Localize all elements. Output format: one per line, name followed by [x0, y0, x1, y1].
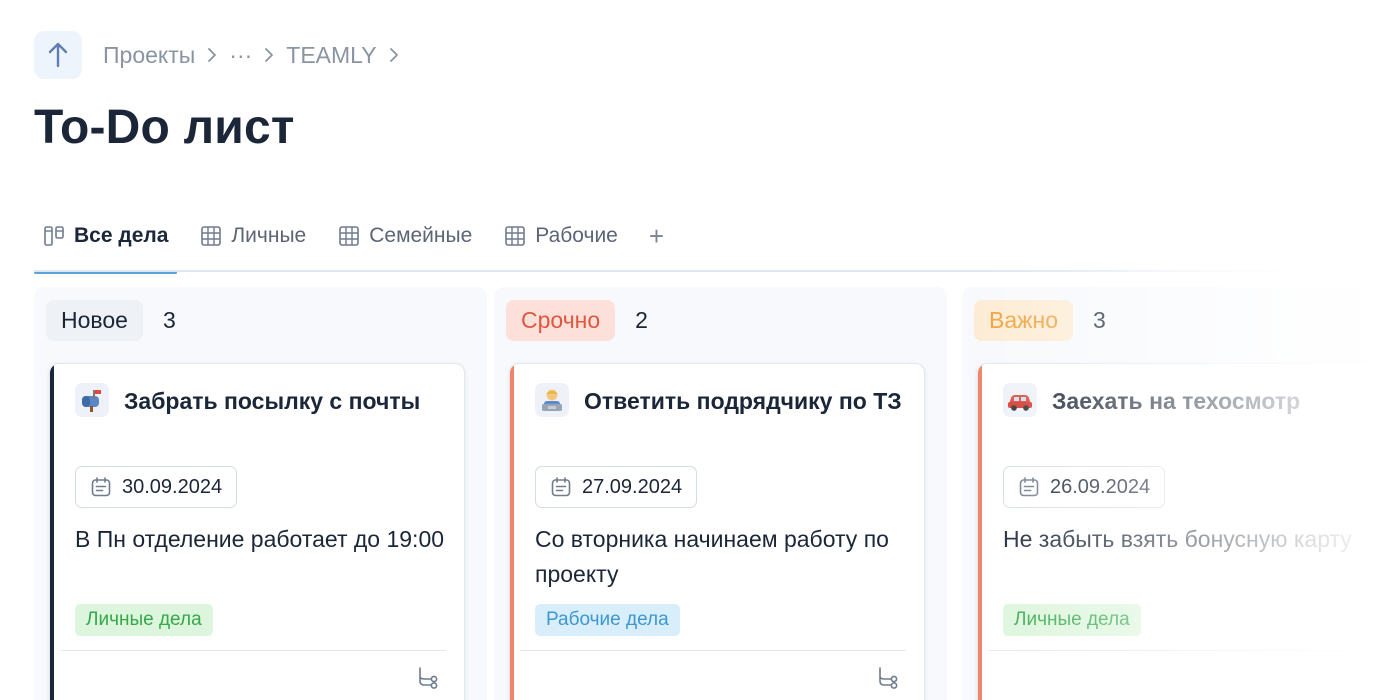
calendar-icon [91, 477, 111, 497]
calendar-icon [1019, 477, 1039, 497]
card-accent [978, 364, 982, 700]
car-icon [1003, 383, 1037, 417]
card-description: В Пн отделение работает до 19:00 [75, 526, 445, 552]
card-divider [520, 650, 906, 651]
chevron-right-icon [264, 47, 274, 63]
breadcrumb-item-ellipsis[interactable]: ··· [229, 42, 252, 69]
status-badge[interactable]: Новое [46, 300, 143, 341]
technologist-icon [535, 383, 569, 417]
card-title[interactable]: Ответить подрядчику по ТЗ [584, 384, 904, 419]
subtask-icon[interactable] [416, 666, 440, 695]
board-icon [44, 226, 64, 246]
tab-label: Личные [231, 224, 307, 247]
card-tag[interactable]: Личные дела [75, 604, 213, 636]
card-accent [50, 364, 54, 700]
column-new: Новое 3 Забрать посылку с почты 30.09.20… [34, 287, 487, 700]
table-icon [201, 226, 222, 246]
tabs-divider [34, 270, 1334, 272]
tab-work[interactable]: Рабочие [495, 200, 627, 272]
column-header: Срочно 2 [506, 300, 648, 341]
arrow-up-icon [48, 42, 68, 68]
status-badge[interactable]: Важно [974, 300, 1074, 341]
card-description: Не забыть взять бонусную карту [1003, 526, 1352, 552]
date-chip[interactable]: 30.09.2024 [75, 466, 238, 508]
date-value: 27.09.2024 [582, 475, 683, 498]
column-urgent: Срочно 2 Ответить подрядчику по ТЗ 27.09… [494, 287, 947, 700]
add-tab-button[interactable]: + [641, 200, 672, 272]
card-tag[interactable]: Рабочие дела [535, 604, 680, 636]
task-card[interactable]: Заехать на техосмотр 26.09.2024 Не забыт… [977, 363, 1393, 700]
chevron-right-icon [389, 47, 399, 63]
date-value: 26.09.2024 [1050, 475, 1151, 498]
tab-label: Все дела [74, 224, 169, 247]
card-tag[interactable]: Личные дела [1003, 604, 1141, 636]
breadcrumb-item-projects[interactable]: Проекты [103, 42, 195, 69]
mailbox-icon [75, 383, 109, 417]
date-value: 30.09.2024 [122, 475, 223, 498]
card-description: Со вторника начинаем работу по проекту [535, 526, 889, 587]
tab-family[interactable]: Семейные [329, 200, 481, 272]
tab-label: Семейные [369, 224, 473, 247]
breadcrumb: Проекты ··· TEAMLY [103, 40, 399, 70]
page-title: To-Do лист [34, 101, 295, 154]
card-accent [510, 364, 514, 700]
up-button[interactable] [34, 31, 82, 79]
chevron-right-icon [207, 47, 217, 63]
tab-all-tasks[interactable]: Все дела [34, 200, 178, 274]
column-header: Важно 3 [974, 300, 1106, 341]
task-card[interactable]: Забрать посылку с почты 30.09.2024 В Пн … [49, 363, 465, 700]
tab-label: Рабочие [535, 224, 618, 247]
column-header: Новое 3 [46, 300, 176, 341]
table-icon [339, 226, 360, 246]
column-count: 2 [635, 307, 648, 333]
date-chip[interactable]: 26.09.2024 [1003, 466, 1166, 508]
calendar-icon [551, 477, 571, 497]
card-divider [60, 650, 446, 651]
breadcrumb-item-teamly[interactable]: TEAMLY [286, 42, 376, 69]
task-card[interactable]: Ответить подрядчику по ТЗ 27.09.2024 Со … [509, 363, 925, 700]
subtask-icon[interactable] [876, 666, 900, 695]
table-icon [505, 226, 526, 246]
page: Проекты ··· TEAMLY To-Do лист Все дела Л… [0, 0, 1400, 700]
card-divider [988, 650, 1374, 651]
card-title[interactable]: Заехать на техосмотр [1052, 384, 1372, 419]
date-chip[interactable]: 27.09.2024 [535, 466, 698, 508]
status-badge[interactable]: Срочно [506, 300, 616, 341]
card-title[interactable]: Забрать посылку с почты [124, 384, 444, 419]
tab-personal[interactable]: Личные [191, 200, 315, 272]
column-count: 3 [1093, 307, 1106, 333]
column-count: 3 [162, 307, 176, 333]
view-tabs: Все дела Личные Семейные Рабочие + [34, 200, 1334, 274]
column-important: Важно 3 Заехать на техосмотр 26.09.2024 … [962, 287, 1400, 700]
